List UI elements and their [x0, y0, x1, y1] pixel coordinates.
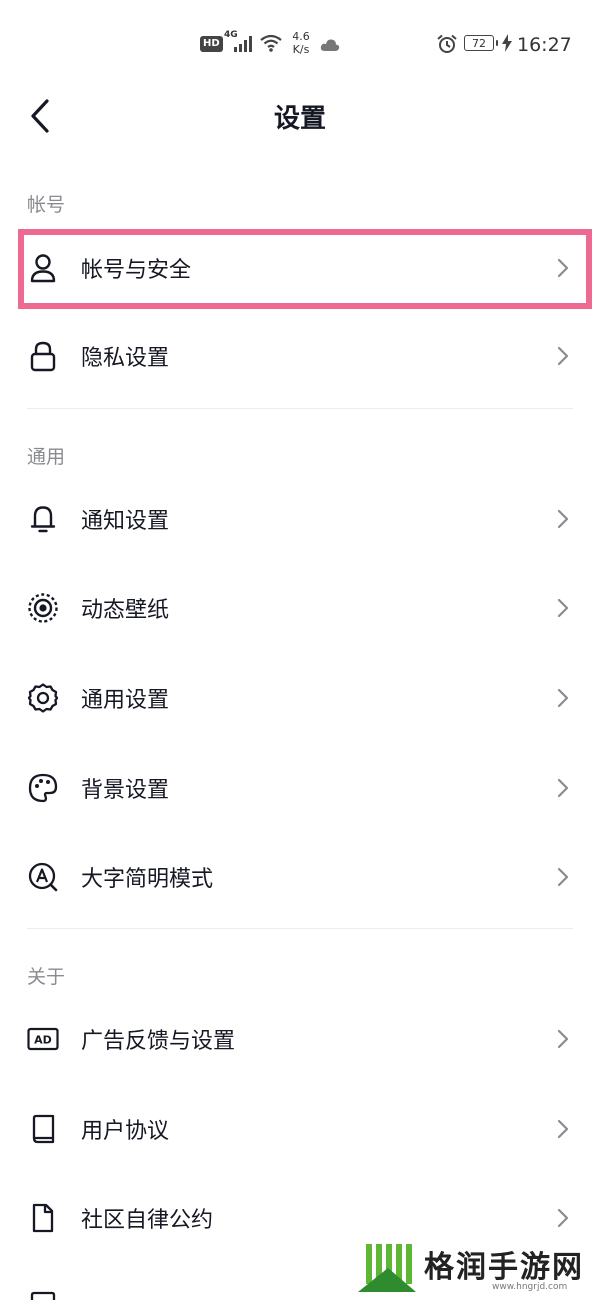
chevron-right-icon	[554, 1206, 572, 1230]
row-label: 隐私设置	[81, 346, 170, 371]
chevron-right-icon	[554, 256, 572, 280]
alarm-icon	[436, 34, 458, 58]
hd-badge: HD	[200, 36, 223, 52]
watermark: 格润手游网 www.hngrjd.com	[352, 1240, 600, 1300]
row-label: 社区自律公约	[81, 1208, 214, 1233]
row-privacy-settings[interactable]: 隐私设置	[0, 312, 600, 400]
chevron-right-icon	[554, 1117, 572, 1141]
battery-level: 72	[464, 35, 494, 51]
chevron-right-icon	[554, 1027, 572, 1051]
row-ad-feedback[interactable]: AD 广告反馈与设置	[0, 995, 600, 1083]
speed-unit: K/s	[292, 43, 310, 56]
row-label: 广告反馈与设置	[81, 1029, 236, 1054]
section-header-about: 关于	[27, 966, 66, 988]
svg-text:AD: AD	[34, 1034, 52, 1047]
row-live-wallpaper[interactable]: 动态壁纸	[0, 564, 600, 652]
signal-icon	[234, 36, 254, 56]
row-label: 通用设置	[81, 688, 170, 713]
live-wallpaper-icon	[27, 592, 59, 624]
row-account-security[interactable]: 帐号与安全	[0, 224, 600, 312]
watermark-url: www.hngrjd.com	[492, 1282, 568, 1292]
charging-icon	[502, 34, 512, 56]
bell-icon	[27, 503, 59, 535]
divider	[27, 408, 573, 409]
settings-screen: HD 4G 4.6 K/s 72 16:27 设置 帐号 帐号与安全 隐私设置 …	[0, 0, 600, 1300]
row-large-text-mode[interactable]: 大字简明模式	[0, 833, 600, 921]
row-general-settings[interactable]: 通用设置	[0, 654, 600, 742]
page-title: 设置	[273, 104, 326, 134]
large-text-mode-icon	[27, 861, 59, 893]
section-header-account: 帐号	[27, 194, 66, 216]
clock: 16:27	[517, 34, 572, 56]
row-label: 大字简明模式	[81, 867, 214, 892]
section-header-general: 通用	[27, 446, 66, 468]
gear-icon	[27, 682, 59, 714]
chevron-right-icon	[554, 344, 572, 368]
row-background-settings[interactable]: 背景设置	[0, 744, 600, 832]
row-label: 通知设置	[81, 509, 170, 534]
row-label: 背景设置	[81, 778, 170, 803]
battery-tip	[496, 40, 498, 46]
watermark-text: 格润手游网	[424, 1250, 584, 1285]
speed-value: 4.6	[292, 30, 310, 43]
network-speed: 4.6 K/s	[289, 30, 313, 56]
user-icon	[27, 252, 59, 284]
chevron-right-icon	[554, 686, 572, 710]
cloud-icon	[320, 37, 340, 56]
watermark-logo	[356, 1242, 418, 1300]
chevron-right-icon	[554, 507, 572, 531]
row-user-agreement[interactable]: 用户协议	[0, 1085, 600, 1173]
chevron-right-icon	[554, 596, 572, 620]
wifi-icon	[259, 33, 283, 57]
nav-bar: 设置	[0, 88, 600, 144]
lock-icon	[27, 340, 59, 372]
book-icon	[27, 1113, 59, 1145]
divider	[27, 928, 573, 929]
row-notification-settings[interactable]: 通知设置	[0, 475, 600, 563]
document-icon	[27, 1202, 59, 1234]
palette-icon	[27, 772, 59, 804]
ad-icon: AD	[27, 1023, 59, 1055]
row-label: 动态壁纸	[81, 598, 170, 623]
partial-row-icon	[30, 1288, 56, 1300]
chevron-right-icon	[554, 865, 572, 889]
status-bar: HD 4G 4.6 K/s 72 16:27	[0, 0, 600, 90]
chevron-right-icon	[554, 776, 572, 800]
row-label: 帐号与安全	[81, 258, 192, 283]
row-label: 用户协议	[81, 1119, 170, 1144]
